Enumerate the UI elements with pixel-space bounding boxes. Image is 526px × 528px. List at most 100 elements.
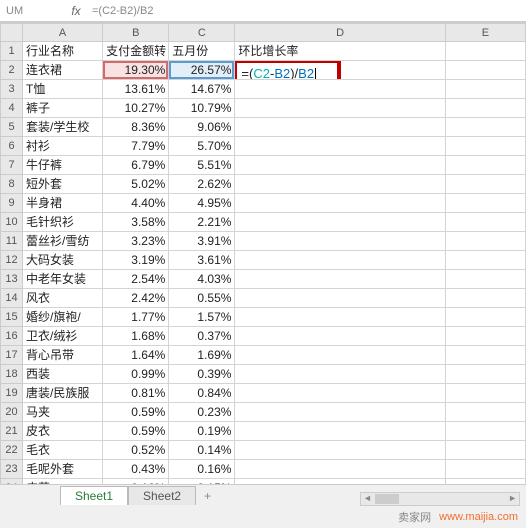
cell[interactable]: 3.23% — [103, 232, 169, 251]
cell[interactable]: 裤子 — [23, 99, 103, 118]
row-header[interactable]: 12 — [1, 251, 23, 270]
horizontal-scrollbar[interactable]: ◄ ► — [360, 492, 520, 506]
cell[interactable]: 大码女装 — [23, 251, 103, 270]
cell[interactable] — [235, 99, 445, 118]
cell[interactable]: 1.69% — [169, 346, 235, 365]
cell[interactable]: 短外套 — [23, 175, 103, 194]
row-header[interactable]: 20 — [1, 403, 23, 422]
cell[interactable]: 0.14% — [169, 441, 235, 460]
cell[interactable] — [445, 270, 525, 289]
cell[interactable] — [445, 384, 525, 403]
tab-sheet1[interactable]: Sheet1 — [60, 486, 128, 505]
cell[interactable]: 1.64% — [103, 346, 169, 365]
cell[interactable]: 0.39% — [169, 365, 235, 384]
tab-add-button[interactable]: + — [196, 487, 219, 505]
cell[interactable] — [235, 118, 445, 137]
cell[interactable]: 7.79% — [103, 137, 169, 156]
col-header-d[interactable]: D — [235, 24, 445, 42]
row-header[interactable]: 15 — [1, 308, 23, 327]
scroll-right-icon[interactable]: ► — [508, 493, 517, 503]
cell[interactable] — [235, 194, 445, 213]
col-header-c[interactable]: C — [169, 24, 235, 42]
cell-b2-ref[interactable]: 19.30% — [103, 61, 169, 80]
row-header[interactable]: 14 — [1, 289, 23, 308]
cell[interactable] — [235, 308, 445, 327]
tab-sheet2[interactable]: Sheet2 — [128, 486, 196, 505]
cell[interactable]: 3.58% — [103, 213, 169, 232]
cell[interactable]: 5.51% — [169, 156, 235, 175]
cell[interactable]: 10.27% — [103, 99, 169, 118]
cell[interactable] — [445, 99, 525, 118]
cell[interactable]: 3.19% — [103, 251, 169, 270]
row-header[interactable]: 4 — [1, 99, 23, 118]
col-header-e[interactable]: E — [445, 24, 525, 42]
cell[interactable] — [235, 365, 445, 384]
select-all-corner[interactable] — [1, 24, 23, 42]
formula-input[interactable]: =(C2-B2)/B2 — [86, 5, 520, 17]
cell[interactable] — [235, 251, 445, 270]
cell[interactable] — [445, 365, 525, 384]
cell[interactable] — [235, 80, 445, 99]
scrollbar-thumb[interactable] — [375, 494, 399, 504]
cell[interactable] — [235, 403, 445, 422]
cell[interactable]: 5.02% — [103, 175, 169, 194]
cell[interactable]: 0.59% — [103, 403, 169, 422]
cell[interactable] — [445, 460, 525, 479]
cell[interactable]: 6.79% — [103, 156, 169, 175]
cell[interactable]: 皮衣 — [23, 422, 103, 441]
cell[interactable] — [445, 422, 525, 441]
row-header[interactable]: 10 — [1, 213, 23, 232]
col-header-a[interactable]: A — [23, 24, 103, 42]
cell[interactable]: 套装/学生校 — [23, 118, 103, 137]
row-header[interactable]: 23 — [1, 460, 23, 479]
cell[interactable]: 0.55% — [169, 289, 235, 308]
cell[interactable] — [445, 232, 525, 251]
row-header[interactable]: 11 — [1, 232, 23, 251]
cell[interactable]: 0.52% — [103, 441, 169, 460]
cell[interactable]: 10.79% — [169, 99, 235, 118]
cell[interactable] — [235, 289, 445, 308]
cell[interactable]: 4.03% — [169, 270, 235, 289]
row-header[interactable]: 3 — [1, 80, 23, 99]
row-header[interactable]: 1 — [1, 42, 23, 61]
cell[interactable]: 1.77% — [103, 308, 169, 327]
row-header[interactable]: 17 — [1, 346, 23, 365]
cell[interactable]: 3.91% — [169, 232, 235, 251]
cell[interactable]: 婚纱/旗袍/ — [23, 308, 103, 327]
cell[interactable]: 0.19% — [169, 422, 235, 441]
row-header[interactable]: 13 — [1, 270, 23, 289]
row-header[interactable]: 5 — [1, 118, 23, 137]
row-header[interactable]: 16 — [1, 327, 23, 346]
cell[interactable]: 9.06% — [169, 118, 235, 137]
cell[interactable] — [445, 118, 525, 137]
cell[interactable] — [235, 213, 445, 232]
cell[interactable]: 牛仔裤 — [23, 156, 103, 175]
row-header[interactable]: 6 — [1, 137, 23, 156]
row-header[interactable]: 2 — [1, 61, 23, 80]
cell[interactable]: 连衣裙 — [23, 61, 103, 80]
fx-icon[interactable]: fx — [66, 4, 86, 18]
cell[interactable] — [445, 80, 525, 99]
row-header[interactable]: 8 — [1, 175, 23, 194]
cell[interactable]: 1.68% — [103, 327, 169, 346]
cell[interactable]: 支付金额转 — [103, 42, 169, 61]
col-header-b[interactable]: B — [103, 24, 169, 42]
cell[interactable]: 1.57% — [169, 308, 235, 327]
cell[interactable]: 0.84% — [169, 384, 235, 403]
cell[interactable]: 0.59% — [103, 422, 169, 441]
cell[interactable] — [445, 42, 525, 61]
cell[interactable]: 蕾丝衫/雪纺 — [23, 232, 103, 251]
cell[interactable]: 衬衫 — [23, 137, 103, 156]
cell[interactable]: 8.36% — [103, 118, 169, 137]
cell[interactable]: 半身裙 — [23, 194, 103, 213]
cell[interactable]: T恤 — [23, 80, 103, 99]
cell[interactable]: 背心吊带 — [23, 346, 103, 365]
cell[interactable] — [445, 213, 525, 232]
row-header[interactable]: 19 — [1, 384, 23, 403]
name-box[interactable]: UM — [6, 5, 66, 17]
cell[interactable] — [445, 175, 525, 194]
cell[interactable]: 2.54% — [103, 270, 169, 289]
cell[interactable] — [445, 137, 525, 156]
cell[interactable] — [235, 346, 445, 365]
cell[interactable]: 3.61% — [169, 251, 235, 270]
